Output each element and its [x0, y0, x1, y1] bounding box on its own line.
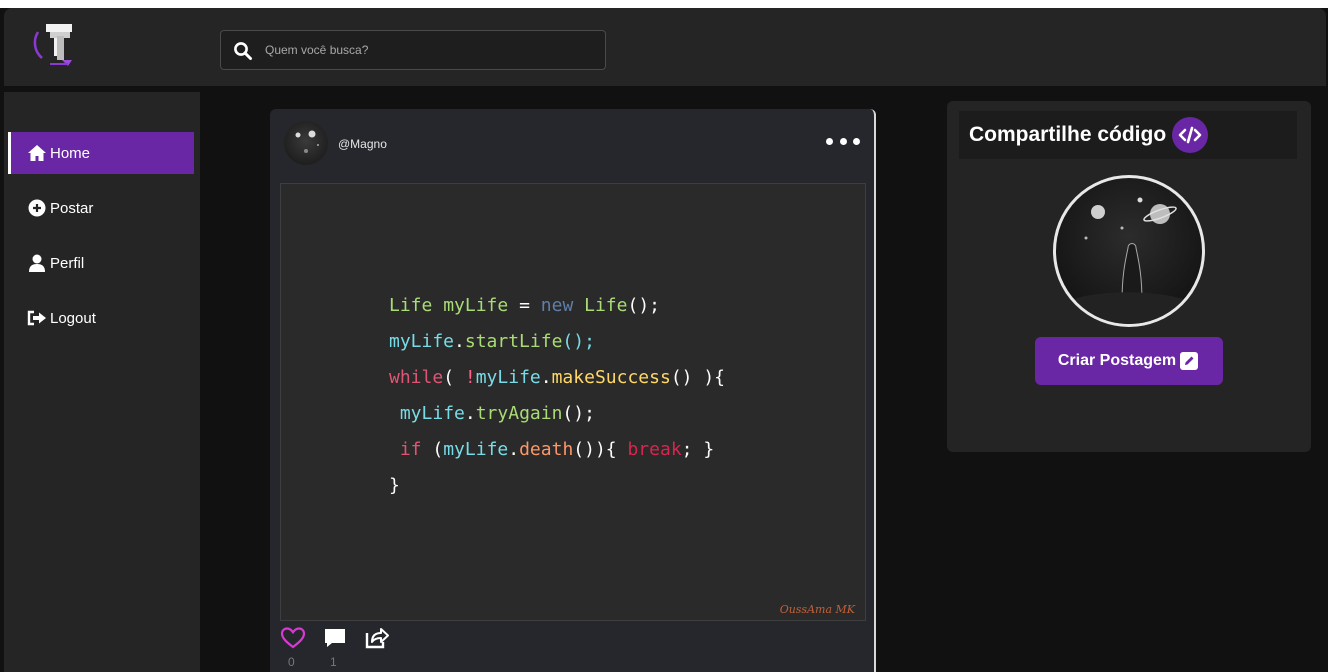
code-line-2: myLife.startLife(); — [389, 331, 595, 352]
post-username[interactable]: @Magno — [338, 137, 387, 151]
window-top-border — [0, 0, 1328, 8]
sidebar-item-label: Postar — [50, 199, 94, 217]
image-signature: OussAma MK — [779, 603, 855, 616]
search-box — [220, 30, 606, 70]
code-line-1: Life myLife = new Life(); — [389, 295, 660, 316]
sidebar-item-postar[interactable]: Postar — [8, 187, 194, 229]
user-avatar[interactable] — [1053, 175, 1205, 327]
share-icon[interactable] — [364, 626, 390, 650]
create-post-label: Criar Postagem — [1057, 352, 1177, 369]
share-code-panel: Compartilhe código Criar Postagem — [947, 101, 1311, 452]
code-line-3: while( !myLife.makeSuccess() ){ — [389, 367, 725, 388]
plus-circle-icon — [26, 198, 48, 218]
search-input[interactable] — [265, 39, 585, 61]
like-heart-icon[interactable] — [280, 626, 306, 650]
code-icon — [1172, 117, 1209, 153]
home-icon — [26, 143, 48, 163]
sidebar-item-label: Home — [50, 144, 91, 162]
post-counts: 01 — [288, 655, 372, 669]
code-line-5: if (myLife.death()){ break; } — [399, 439, 715, 460]
sidebar-item-label: Perfil — [50, 254, 85, 272]
post-card: @Magno Life myLife = new Life(); myLife.… — [270, 109, 876, 672]
create-post-button[interactable]: Criar Postagem — [1035, 337, 1223, 385]
edit-icon — [1180, 352, 1199, 370]
user-icon — [26, 253, 48, 273]
code-snippet: Life myLife = new Life(); myLife.startLi… — [389, 288, 725, 504]
post-author-avatar[interactable] — [284, 121, 328, 165]
share-panel-title: Compartilhe código — [959, 111, 1297, 159]
post-code-image: Life myLife = new Life(); myLife.startLi… — [280, 183, 866, 621]
sidebar-item-logout[interactable]: Logout — [8, 297, 194, 339]
sidebar-item-perfil[interactable]: Perfil — [8, 242, 194, 284]
top-bar — [4, 8, 1326, 86]
logout-icon — [26, 308, 48, 328]
post-actions — [280, 625, 406, 651]
like-count: 0 — [288, 655, 295, 669]
sidebar: Home Postar Perfil Logout — [4, 92, 200, 672]
sidebar-item-home[interactable]: Home — [8, 132, 194, 174]
search-icon[interactable] — [233, 41, 253, 61]
comment-icon[interactable] — [322, 626, 348, 650]
app-logo[interactable] — [28, 18, 84, 74]
code-line-4: myLife.tryAgain(); — [399, 403, 595, 424]
share-title-text: Compartilhe código — [969, 123, 1167, 146]
code-line-6: } — [389, 475, 400, 496]
comment-count: 1 — [330, 655, 337, 669]
post-options-icon[interactable] — [826, 131, 860, 151]
sidebar-item-label: Logout — [50, 309, 96, 327]
